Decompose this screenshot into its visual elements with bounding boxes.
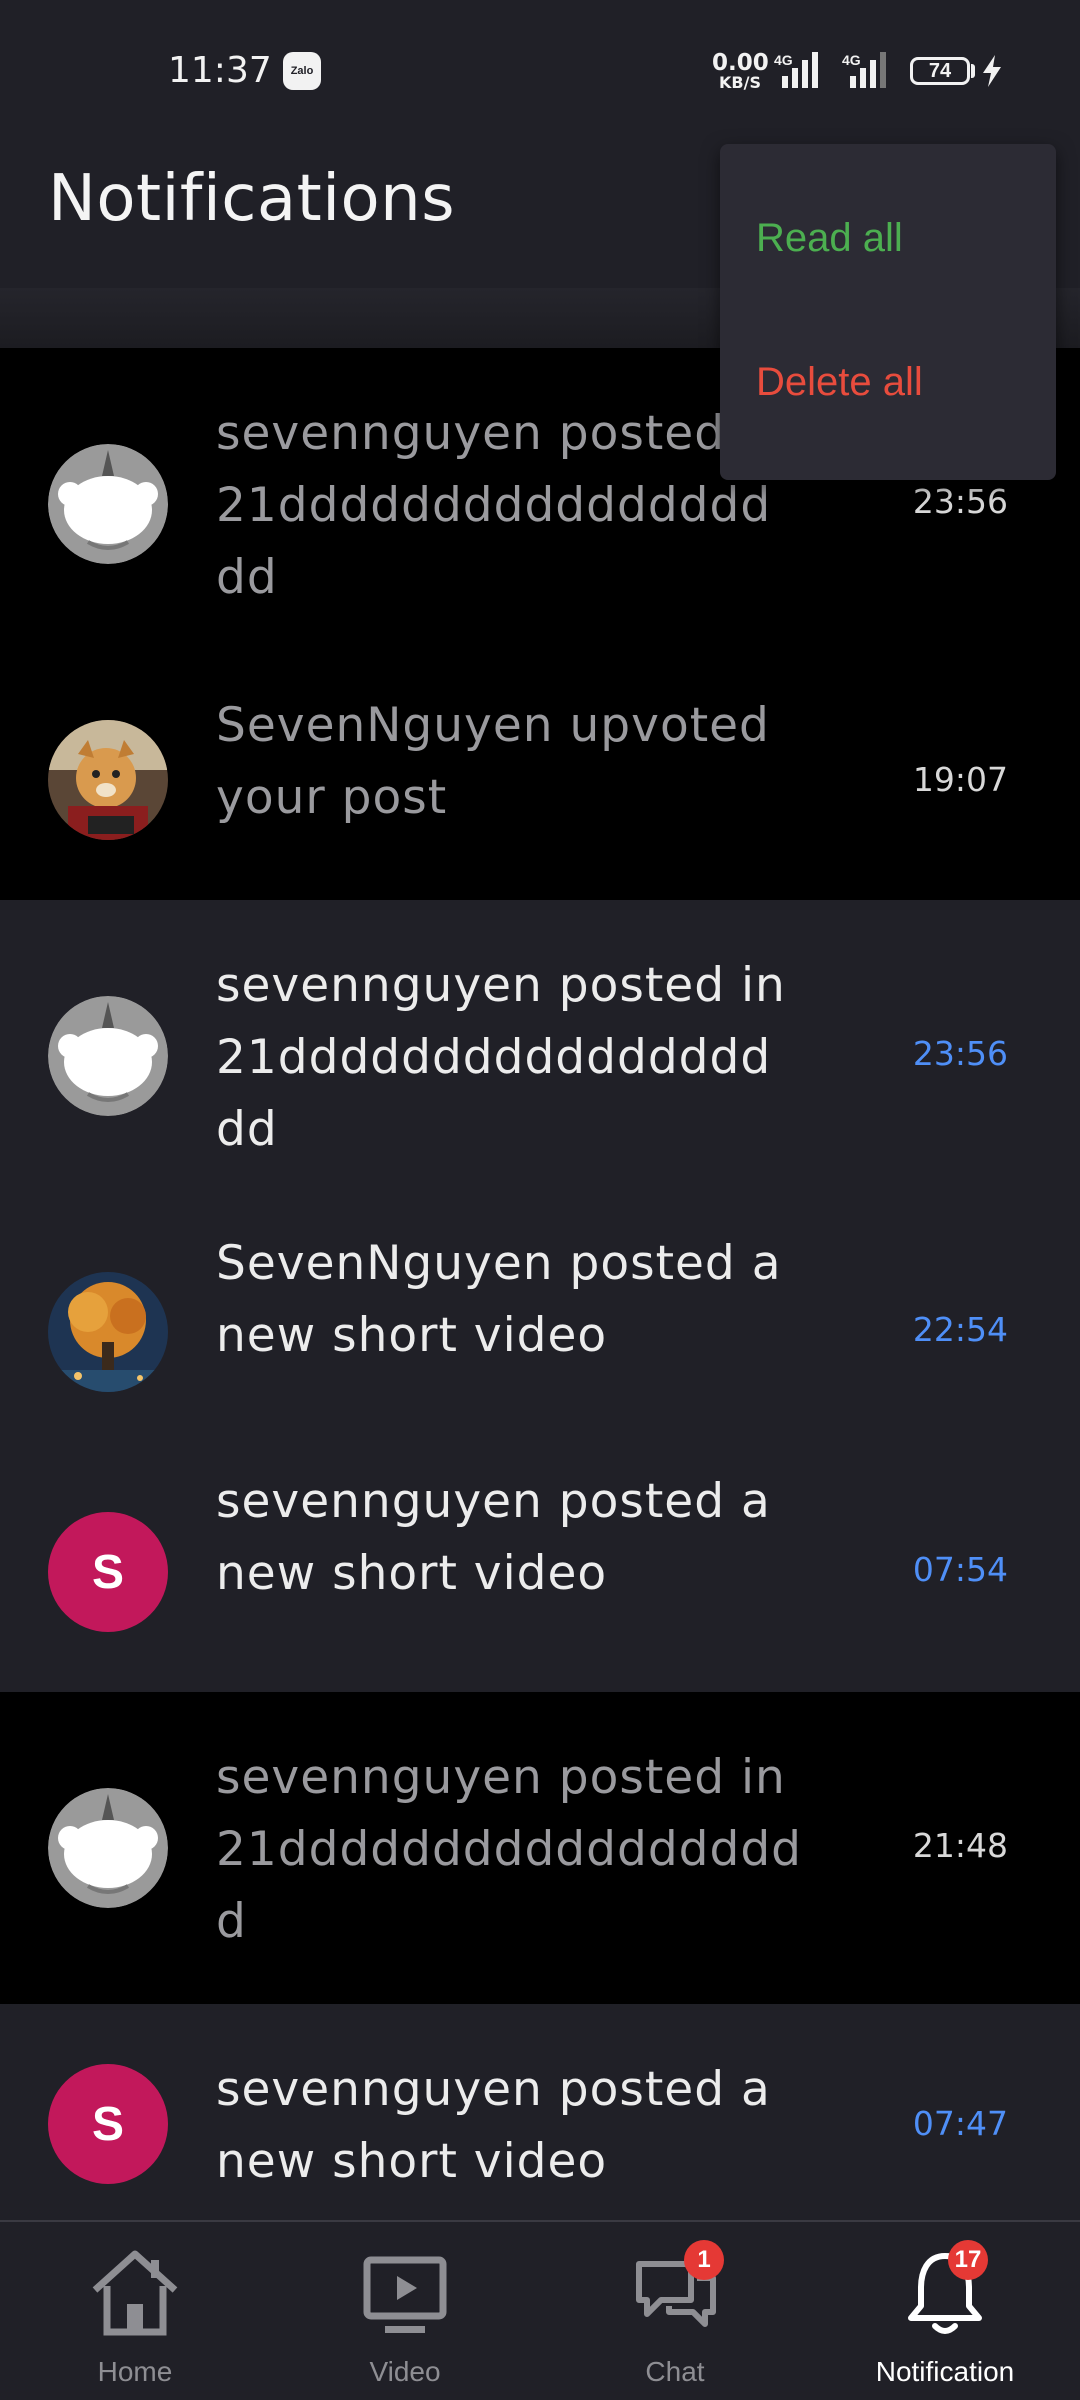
nav-chat[interactable]: 1 Chat: [540, 2222, 810, 2400]
read-all-button[interactable]: Read all: [756, 216, 903, 261]
notification-text: SevenNguyen upvoted your post: [216, 698, 770, 825]
notification-time: 21:48: [912, 1826, 1008, 1865]
nav-home-label: Home: [97, 2356, 173, 2387]
notification-item[interactable]: sevennguyen posted in 21dddddddddddddddd…: [0, 1692, 1080, 2004]
dog-avatar-icon: [48, 720, 168, 840]
notification-item[interactable]: S sevennguyen posted a new short video 0…: [0, 1416, 1080, 1692]
notification-item[interactable]: S sevennguyen posted a new short video 0…: [0, 2004, 1080, 2220]
nav-home[interactable]: Home: [0, 2222, 270, 2400]
chat-badge: 1: [684, 2240, 724, 2280]
letter-avatar: S: [48, 2064, 168, 2184]
delete-all-button[interactable]: Delete all: [756, 360, 923, 405]
network-speed: 0.00 KB/S: [712, 50, 769, 92]
signal-label: 4G: [842, 52, 861, 68]
notification-text: sevennguyen posted a new short video: [216, 2062, 771, 2189]
nav-chat-label: Chat: [645, 2356, 705, 2387]
signal-icon: 4G: [774, 52, 824, 88]
reddit-avatar-icon: [48, 996, 168, 1116]
signal-icon: 4G: [842, 52, 892, 88]
home-icon: [92, 2250, 178, 2336]
notification-text: sevennguyen posted in 21dddddddddddddddd…: [216, 958, 786, 1157]
notification-time: 07:47: [912, 2104, 1008, 2143]
notification-time: 19:07: [912, 760, 1008, 799]
bottom-navigation: Home Video 1 Chat 17 Notification: [0, 2220, 1080, 2400]
notification-text: sevennguyen posted in 21dddddddddddddddd…: [216, 1750, 802, 1949]
notification-text: sevennguyen posted a new short video: [216, 1474, 771, 1601]
notification-item[interactable]: sevennguyen posted in 21dddddddddddddddd…: [0, 900, 1080, 1176]
notification-badge: 17: [948, 2240, 988, 2280]
reddit-avatar-icon: [48, 1788, 168, 1908]
nav-notification[interactable]: 17 Notification: [810, 2222, 1080, 2400]
nav-notification-label: Notification: [875, 2356, 1015, 2387]
notification-time: 23:56: [912, 1034, 1008, 1073]
notification-item[interactable]: SevenNguyen upvoted your post 19:07: [0, 624, 1080, 900]
tree-avatar-icon: [48, 1272, 168, 1392]
notification-text: SevenNguyen posted a new short video: [216, 1236, 782, 1363]
battery-tip: [971, 64, 975, 78]
nav-video-label: Video: [369, 2356, 441, 2387]
options-menu: Read all Delete all: [720, 144, 1056, 480]
signal-label: 4G: [774, 52, 793, 68]
video-icon: [363, 2256, 447, 2333]
page-title: Notifications: [48, 162, 456, 236]
notification-time: 07:54: [912, 1550, 1008, 1589]
notification-text: sevennguyen posted in 21dddddddddddddddd…: [216, 406, 785, 605]
reddit-avatar-icon: [48, 444, 168, 564]
zalo-icon: Zalo: [283, 52, 321, 90]
charging-icon: [983, 55, 1001, 87]
notification-item[interactable]: SevenNguyen posted a new short video 22:…: [0, 1176, 1080, 1416]
battery-icon: 74: [910, 57, 970, 85]
network-speed-unit: KB/S: [719, 73, 761, 92]
status-time: 11:37: [168, 50, 272, 91]
notification-time: 22:54: [912, 1310, 1008, 1349]
letter-avatar: S: [48, 1512, 168, 1632]
network-speed-value: 0.00: [712, 50, 769, 76]
notification-time: 23:56: [912, 482, 1008, 521]
status-bar: 11:37 Zalo 0.00 KB/S 4G 4G 74: [0, 0, 1080, 140]
nav-video[interactable]: Video: [270, 2222, 540, 2400]
